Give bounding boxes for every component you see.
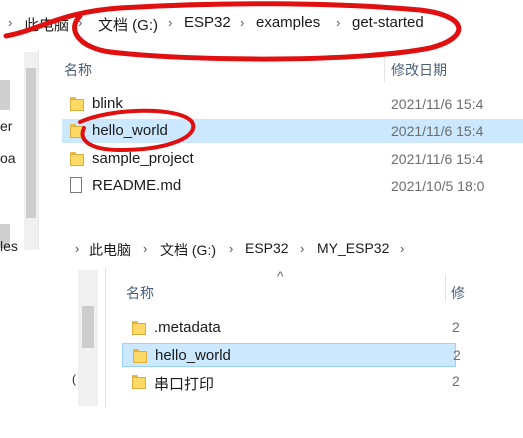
annotation-hello-world-circle <box>78 108 196 152</box>
annotation-address-circle <box>3 1 462 62</box>
annotation-overlay <box>3 1 462 152</box>
